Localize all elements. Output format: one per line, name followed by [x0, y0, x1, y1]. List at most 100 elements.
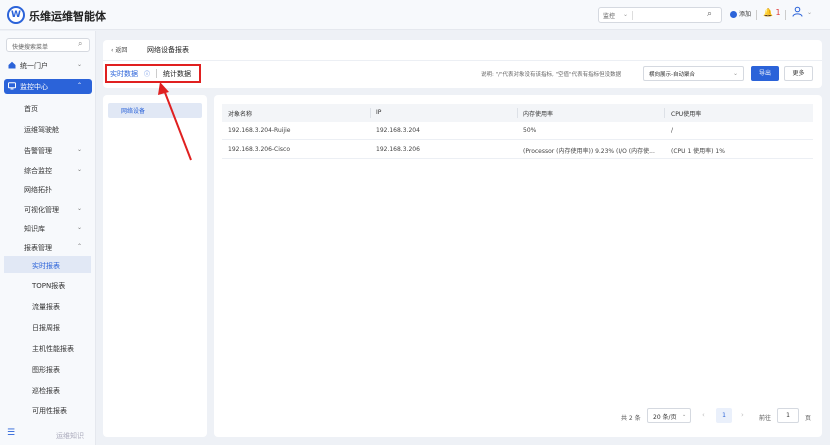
- sidebar-sub-label: 流量报表: [32, 303, 60, 311]
- sidebar-sub-availability-report[interactable]: 可用性报表: [4, 401, 91, 418]
- top-bar: W 乐维运维智能体 监控 ⌄ ⌕ 添加 🔔 1 ⌄: [0, 0, 830, 30]
- prev-page-button[interactable]: ‹: [702, 411, 705, 419]
- add-label: 添加: [739, 11, 752, 18]
- table-cell: /: [671, 127, 674, 134]
- sidebar-group-label: 监控中心: [20, 83, 48, 91]
- page-number-current[interactable]: 1: [716, 408, 732, 423]
- display-mode-value: 横向展示-自动聚合: [649, 72, 695, 78]
- sidebar-item-label: 可视化管理: [24, 206, 59, 214]
- divider: [103, 60, 822, 61]
- chevron-down-icon[interactable]: ⌄: [807, 9, 812, 16]
- table-cell: 192.168.3.206: [376, 146, 420, 153]
- column-divider: [664, 108, 665, 118]
- chevron-up-icon: ⌃: [77, 243, 83, 250]
- user-icon[interactable]: [792, 6, 803, 20]
- plus-circle-icon: [730, 11, 737, 18]
- sidebar-sub-realtime-report[interactable]: 实时报表: [4, 256, 91, 273]
- sidebar-item-visualization[interactable]: 可视化管理 ⌄: [4, 202, 92, 216]
- sidebar-item-label: 综合监控: [24, 167, 52, 175]
- sidebar-sub-label: 巡检报表: [32, 387, 60, 395]
- sidebar-sub-traffic-report[interactable]: 流量报表: [4, 297, 91, 314]
- sidebar-item-monitoring[interactable]: 综合监控 ⌄: [4, 163, 92, 177]
- sidebar-sub-label: 日报周报: [32, 324, 60, 332]
- device-type-label: 网络设备: [121, 108, 146, 115]
- monitor-icon: [8, 82, 16, 90]
- sidebar-sub-daily-weekly-report[interactable]: 日报周报: [4, 318, 91, 335]
- search-scope-select[interactable]: 监控: [603, 11, 615, 20]
- alert-button[interactable]: 🔔 1: [763, 8, 781, 17]
- sidebar-item-cockpit[interactable]: 运维驾驶舱: [4, 122, 92, 136]
- sidebar-item-alerts[interactable]: 告警管理 ⌄: [4, 143, 92, 157]
- column-header: IP: [376, 109, 382, 116]
- sidebar: 快捷搜索菜单 ⌕ 统一门户 ⌄ 监控中心 ⌃ 首页 运维驾驶舱 告警管理 ⌄ 综合…: [0, 31, 96, 445]
- chevron-down-icon: ⌄: [733, 70, 739, 77]
- table-row[interactable]: 192.168.3.204-Ruijie 192.168.3.204 50% /: [222, 122, 813, 140]
- report-header-panel: ‹ 返回 网络设备报表 实时数据 ⓘ 统计数据 说明: "/"代表对象没有该指标…: [103, 40, 822, 88]
- pagination-total: 共 2 条: [621, 415, 641, 422]
- chevron-down-icon: ⌄: [77, 146, 83, 153]
- sidebar-item-reports[interactable]: 报表管理 ⌃: [4, 240, 92, 254]
- home-icon: [8, 61, 16, 69]
- sidebar-sub-label: 可用性报表: [32, 407, 67, 415]
- table-row[interactable]: 192.168.3.206-Cisco 192.168.3.206 (Proce…: [222, 141, 813, 159]
- sidebar-footer-label[interactable]: 运维知识: [56, 431, 84, 441]
- goto-label: 前往: [759, 415, 772, 422]
- column-header: CPU使用率: [671, 111, 702, 118]
- add-button[interactable]: 添加: [730, 9, 751, 18]
- sidebar-group-portal[interactable]: 统一门户 ⌄: [4, 58, 92, 73]
- chevron-up-icon: ⌃: [77, 82, 83, 89]
- legend-note: 说明: "/"代表对象没有该指标, "空值"代表有指标但没数据: [481, 72, 622, 78]
- page-title: 网络设备报表: [147, 46, 189, 54]
- sidebar-item-label: 运维驾驶舱: [24, 126, 59, 134]
- table-cell: (Processor (内存使用率)) 9.23% (I/O (内存使...: [523, 148, 655, 155]
- divider: [785, 10, 786, 20]
- table-cell: 50%: [523, 127, 537, 134]
- sidebar-sub-graph-report[interactable]: 图形报表: [4, 360, 91, 377]
- export-button[interactable]: 导出: [751, 66, 779, 81]
- app-title: 乐维运维智能体: [29, 10, 106, 23]
- more-button[interactable]: 更多: [784, 66, 813, 81]
- sidebar-sub-topn-report[interactable]: TOPN报表: [4, 276, 91, 293]
- chevron-down-icon: ⌄: [682, 412, 687, 418]
- page-size-select[interactable]: 20 条/页 ⌄: [647, 408, 691, 423]
- next-page-button[interactable]: ›: [741, 411, 744, 419]
- device-type-network[interactable]: 网络设备: [108, 103, 202, 118]
- sidebar-item-label: 知识库: [24, 225, 45, 233]
- app-logo[interactable]: W: [7, 6, 25, 24]
- chevron-down-icon: ⌄: [623, 11, 629, 18]
- sidebar-sub-label: 实时报表: [32, 262, 60, 270]
- display-mode-select[interactable]: 横向展示-自动聚合 ⌄: [643, 66, 744, 81]
- table-cell: 192.168.3.204-Ruijie: [228, 127, 291, 134]
- sidebar-sub-label: 图形报表: [32, 366, 60, 374]
- column-header: 对象名称: [228, 111, 253, 118]
- sidebar-item-topology[interactable]: 网络拓扑: [4, 182, 92, 196]
- sidebar-item-home[interactable]: 首页: [4, 101, 92, 115]
- sidebar-sub-label: TOPN报表: [32, 282, 66, 290]
- chevron-down-icon: ⌄: [77, 205, 83, 212]
- sidebar-item-label: 告警管理: [24, 147, 52, 155]
- search-divider: [632, 11, 633, 20]
- menu-collapse-icon[interactable]: ☰: [7, 428, 15, 438]
- sidebar-sub-inspection-report[interactable]: 巡检报表: [4, 381, 91, 398]
- menu-search-placeholder: 快捷搜索菜单: [12, 44, 49, 51]
- column-divider: [517, 108, 518, 118]
- sidebar-group-label: 统一门户: [20, 62, 48, 70]
- global-search[interactable]: 监控 ⌄ ⌕: [598, 7, 722, 23]
- goto-page-input[interactable]: 1: [777, 408, 799, 423]
- sidebar-item-knowledge[interactable]: 知识库 ⌄: [4, 221, 92, 235]
- table-cell: (CPU 1 使用率) 1%: [671, 148, 725, 155]
- menu-search-input[interactable]: 快捷搜索菜单 ⌕: [6, 38, 90, 52]
- back-label: 返回: [115, 47, 128, 54]
- sidebar-group-monitor[interactable]: 监控中心 ⌃: [4, 79, 92, 94]
- back-button[interactable]: ‹ 返回: [111, 45, 127, 54]
- sidebar-sub-host-performance-report[interactable]: 主机性能报表: [4, 339, 91, 356]
- report-table-panel: 对象名称 IP 内存使用率 CPU使用率 192.168.3.204-Ruiji…: [214, 95, 822, 437]
- chevron-down-icon: ⌄: [77, 166, 83, 173]
- device-type-panel: 网络设备: [103, 95, 207, 437]
- chevron-down-icon: ⌄: [77, 224, 83, 231]
- table-header: 对象名称 IP 内存使用率 CPU使用率: [222, 104, 813, 122]
- table-cell: 192.168.3.204: [376, 127, 420, 134]
- search-icon[interactable]: ⌕: [707, 9, 712, 19]
- table-cell: 192.168.3.206-Cisco: [228, 146, 291, 153]
- search-icon[interactable]: ⌕: [78, 39, 82, 49]
